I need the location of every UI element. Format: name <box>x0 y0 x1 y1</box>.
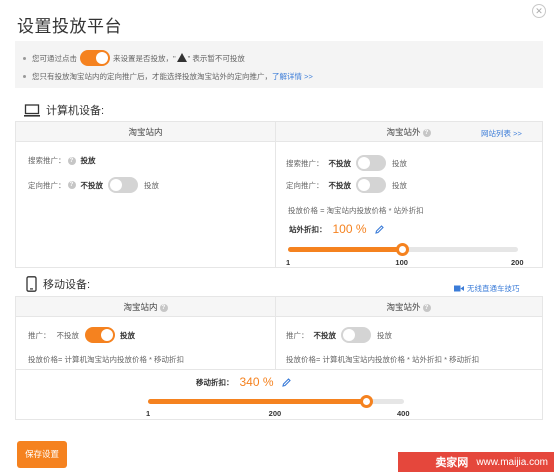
col-head-inside: 淘宝站内 <box>16 122 275 142</box>
inside-search-row: 搜索推广：? 投放 <box>28 155 101 166</box>
mobile-outside-toggle[interactable] <box>341 327 371 343</box>
site-list-link[interactable]: 网站列表 >> <box>481 128 522 139</box>
col-head-label: 淘宝站内 <box>128 127 163 137</box>
mobile-panel: 淘宝站内? 淘宝站外? 推广： 不投放 投放 投放价格= 计算机淘宝站内投放价格… <box>15 296 543 420</box>
help-icon[interactable]: ? <box>67 181 76 189</box>
slider-tick: 1 <box>286 258 291 267</box>
notice-text: 来设置是否投放，" <box>113 53 176 63</box>
outside-targeting-toggle[interactable] <box>356 177 386 193</box>
mobile-inside-formula: 投放价格= 计算机淘宝站内投放价格 * 移动折扣 <box>28 354 184 365</box>
discount-value: 100 % <box>332 222 367 236</box>
learn-more-link[interactable]: 了解详情 >> <box>272 71 313 82</box>
outside-search-toggle[interactable] <box>356 155 386 171</box>
bullet-dot <box>23 75 26 78</box>
example-toggle[interactable] <box>80 50 110 66</box>
notice-box: 您可通过点击 来设置是否投放，" " 表示暂不可投放 您只有投放淘宝站内的定向推… <box>15 41 543 88</box>
notice-text: " 表示暂不可投放 <box>187 53 245 63</box>
column-divider <box>275 297 276 369</box>
column-divider <box>275 122 276 267</box>
outside-targeting-row: 定向推广： 不投放 投放 <box>286 177 407 193</box>
video-camera-icon <box>454 285 464 292</box>
mobile-discount-slider[interactable] <box>148 395 404 408</box>
off-label: 不投放 <box>328 180 352 190</box>
col-head-outside: 淘宝站外? <box>275 297 542 317</box>
field-label: 推广： <box>286 330 309 340</box>
on-label: 投放 <box>120 330 135 340</box>
mobile-inside-toggle[interactable] <box>85 327 115 343</box>
formula-text: 投放价格 = 淘宝站内投放价格 * 站外折扣 <box>288 206 424 215</box>
col-head-label: 淘宝站外 <box>386 302 421 312</box>
monitor-icon <box>24 103 40 117</box>
watermark-logo: 卖家网 www.maijia.com <box>398 452 554 472</box>
discount-label: 移动折扣： <box>196 377 234 387</box>
help-icon[interactable]: ? <box>159 303 168 312</box>
mobile-heading-text: 移动设备: <box>43 279 91 291</box>
inside-targeting-row: 定向推广：? 不投放 投放 <box>28 177 159 193</box>
field-label: 搜索推广： <box>286 158 324 168</box>
formula-text: 投放价格= 计算机淘宝站内投放价格 * 移动折扣 <box>28 355 185 364</box>
off-label: 不投放 <box>80 180 104 190</box>
on-label: 投放 <box>144 180 159 190</box>
notice-line-1: 您可通过点击 来设置是否投放，" " 表示暂不可投放 <box>23 50 245 66</box>
tips-link-text[interactable]: 无线直通车技巧 <box>467 283 520 294</box>
warning-icon <box>176 52 187 62</box>
close-icon[interactable]: ✕ <box>532 4 546 18</box>
inside-targeting-toggle[interactable] <box>108 177 138 193</box>
help-icon[interactable]: ? <box>422 128 431 137</box>
field-label: 搜索推广： <box>28 156 66 165</box>
mobile-phone-icon <box>26 276 37 292</box>
discount-label: 站外折扣： <box>289 224 327 234</box>
computer-panel: 淘宝站内 淘宝站外? 网站列表 >> 搜索推广：? 投放 定向推广：? 不投放 … <box>15 121 543 268</box>
watermark-site: 卖家网 <box>435 457 469 469</box>
field-label: 推广： <box>28 330 51 340</box>
outside-discount-slider[interactable] <box>288 243 518 256</box>
slider-fill <box>288 247 403 252</box>
field-label: 定向推广： <box>28 180 66 190</box>
watermark-url: www.maijia.com <box>476 456 548 468</box>
help-icon[interactable]: ? <box>67 156 76 165</box>
formula-text: 投放价格= 计算机淘宝站内投放价格 * 站外折扣 * 移动折扣 <box>286 355 480 364</box>
on-label: 投放 <box>377 330 392 340</box>
mobile-discount: 移动折扣： 340 % <box>196 375 291 389</box>
col-head-label: 淘宝站外 <box>386 127 421 137</box>
notice-text: 您只有投放淘宝站内的定向推广后，才能选择投放淘宝站外的定向推广， <box>32 72 272 81</box>
discount-value: 340 % <box>239 375 274 389</box>
wireless-tips-link[interactable]: 无线直通车技巧 <box>454 283 520 294</box>
help-icon[interactable]: ? <box>422 303 431 312</box>
notice-text: 您可通过点击 <box>32 53 77 63</box>
col-head-label: 淘宝站内 <box>123 302 158 312</box>
on-label: 投放 <box>392 180 407 190</box>
slider-tick: 400 <box>397 409 410 418</box>
notice-line-2: 您只有投放淘宝站内的定向推广后，才能选择投放淘宝站外的定向推广， 了解详情 >> <box>23 71 313 82</box>
off-label: 不投放 <box>328 158 352 168</box>
outside-formula: 投放价格 = 淘宝站内投放价格 * 站外折扣 <box>288 205 424 216</box>
mobile-inside-row: 推广： 不投放 投放 <box>28 327 140 343</box>
slider-thumb[interactable] <box>396 243 410 256</box>
computer-section-heading: 计算机设备: <box>24 102 104 118</box>
pencil-icon[interactable] <box>374 224 384 234</box>
off-label: 不投放 <box>56 330 80 340</box>
mobile-outside-formula: 投放价格= 计算机淘宝站内投放价格 * 站外折扣 * 移动折扣 <box>286 354 479 365</box>
mobile-section-heading: 移动设备: <box>26 276 90 292</box>
field-value: 投放 <box>80 156 96 165</box>
slider-tick: 200 <box>511 258 524 267</box>
computer-heading-text: 计算机设备: <box>46 105 105 117</box>
page-title: 设置投放平台 <box>17 17 122 36</box>
slider-thumb[interactable] <box>359 395 373 408</box>
mobile-outside-row: 推广： 不投放 投放 <box>286 327 392 343</box>
divider <box>16 369 542 370</box>
save-settings-button[interactable]: 保存设置 <box>17 441 67 468</box>
on-label: 投放 <box>392 158 407 168</box>
outside-discount: 站外折扣： 100 % <box>289 222 384 236</box>
pencil-icon[interactable] <box>281 377 291 387</box>
slider-tick: 100 <box>395 258 408 267</box>
bullet-dot <box>23 56 26 60</box>
slider-tick: 200 <box>268 409 282 418</box>
off-label: 不投放 <box>313 330 337 340</box>
slider-fill <box>148 399 366 404</box>
slider-tick: 1 <box>146 409 151 418</box>
outside-search-row: 搜索推广： 不投放 投放 <box>286 155 407 171</box>
field-label: 定向推广： <box>286 180 324 190</box>
col-head-inside: 淘宝站内? <box>16 297 275 317</box>
